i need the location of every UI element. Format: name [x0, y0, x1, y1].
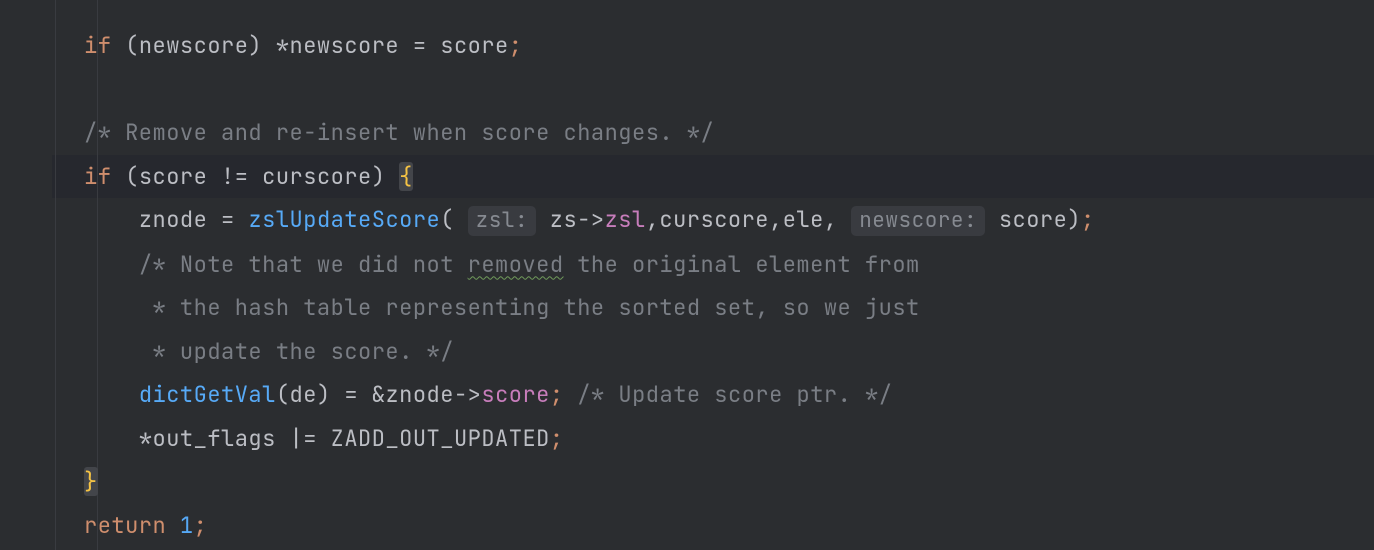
brace-close-matched: } — [84, 467, 98, 496]
keyword-if: if — [84, 162, 111, 191]
space — [166, 511, 180, 540]
identifier: zs — [550, 205, 577, 234]
comment: /* Update score ptr. */ — [577, 380, 892, 409]
member: zsl — [605, 205, 646, 234]
keyword-return: return — [84, 511, 166, 540]
function-call: dictGetVal — [139, 380, 276, 409]
semicolon: ; — [509, 31, 523, 60]
identifier: znode — [139, 205, 208, 234]
operator-assign: = — [399, 31, 440, 60]
operator-assign: = & — [331, 380, 386, 409]
number-literal: 1 — [180, 511, 194, 540]
paren-open: ( — [276, 380, 290, 409]
gutter — [0, 0, 52, 550]
operator-neq: != — [207, 162, 262, 191]
operator-or-assign: |= — [276, 424, 331, 453]
keyword-if: if — [84, 31, 111, 60]
comment: /* Note that we did not — [139, 250, 468, 279]
identifier: score — [139, 162, 208, 191]
function-call: zslUpdateScore — [248, 205, 440, 234]
identifier: newscore — [290, 31, 400, 60]
code-editor[interactable]: if (newscore) *newscore = score; /* Remo… — [84, 24, 1095, 547]
param-hint: newscore: — [851, 206, 985, 236]
comment: the original element from — [564, 250, 920, 279]
paren-close: ) — [1067, 205, 1081, 234]
semicolon: ; — [1081, 205, 1095, 234]
operator-arrow: -> — [577, 205, 604, 234]
semicolon: ; — [550, 380, 564, 409]
paren-close: ) — [248, 31, 262, 60]
identifier: newscore — [139, 31, 249, 60]
typo-highlight: removed — [468, 250, 564, 279]
semicolon: ; — [550, 424, 564, 453]
identifier: score — [440, 31, 509, 60]
comment: * update the score. */ — [139, 337, 454, 366]
paren-open: ( — [440, 205, 454, 234]
identifier: de — [290, 380, 317, 409]
paren-open: ( — [125, 162, 139, 191]
args: ,curscore,ele, — [646, 205, 838, 234]
brace-open-matched: { — [399, 162, 413, 191]
operator-arrow: -> — [454, 380, 481, 409]
paren-close: ) — [317, 380, 331, 409]
identifier: score — [999, 205, 1068, 234]
semicolon: ; — [194, 511, 208, 540]
identifier-macro: ZADD_OUT_UPDATED — [331, 424, 550, 453]
operator-deref: * — [139, 424, 153, 453]
space — [564, 380, 578, 409]
comment: /* Remove and re-insert when score chang… — [84, 118, 714, 147]
identifier: znode — [385, 380, 454, 409]
indent-guide — [55, 0, 56, 550]
operator-assign: = — [207, 205, 248, 234]
paren-close: ) — [372, 162, 399, 191]
member: score — [481, 380, 550, 409]
identifier: out_flags — [153, 424, 276, 453]
operator-deref: * — [262, 31, 289, 60]
comment: * the hash table representing the sorted… — [139, 293, 920, 322]
param-hint: zsl: — [468, 206, 536, 236]
paren-open: ( — [125, 31, 139, 60]
identifier: curscore — [262, 162, 372, 191]
